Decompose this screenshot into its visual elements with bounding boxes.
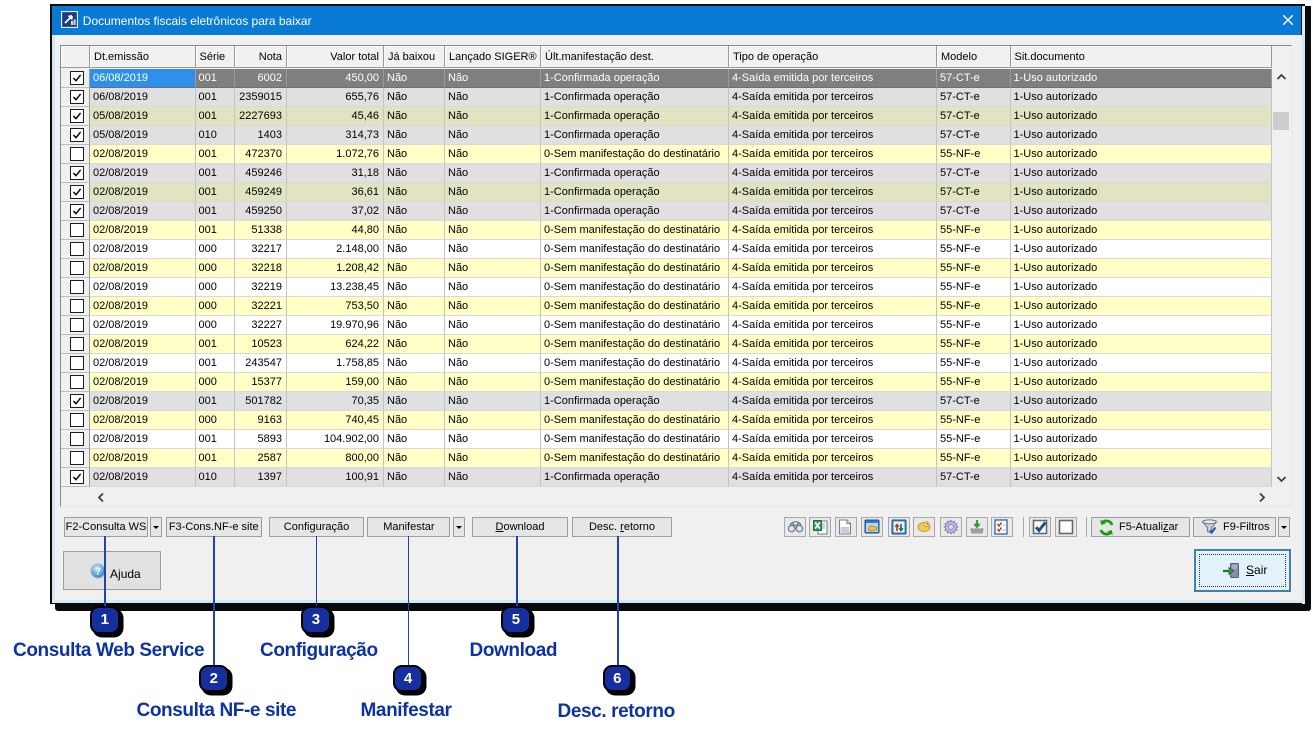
svg-text:?: ? [95, 567, 101, 578]
